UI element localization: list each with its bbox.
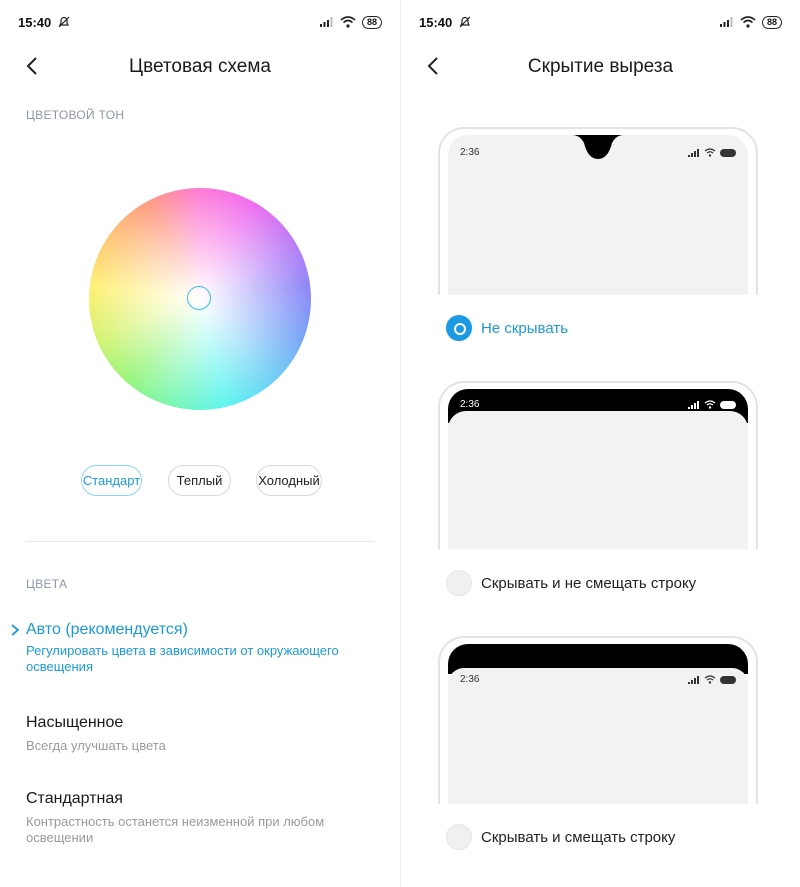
signal-icon (719, 17, 733, 27)
preview-time: 2:36 (460, 147, 480, 158)
signal-icon (688, 675, 699, 684)
status-time: 15:40 (18, 14, 52, 30)
wifi-icon (704, 148, 716, 157)
signal-icon (688, 148, 699, 157)
option-hide-no-shift[interactable]: Скрывать и не смещать строку (446, 570, 696, 596)
wifi-icon (704, 400, 716, 409)
chip-warm[interactable]: Теплый (168, 465, 231, 496)
option-title: Насыщенное (26, 714, 124, 731)
radio-button[interactable] (446, 315, 472, 341)
status-bar: 15:40 88 (419, 12, 782, 32)
color-scheme-screen: 15:40 88 Цветовая схема ЦВЕТОВОЙ ТОН Ста… (0, 0, 400, 887)
chip-cold[interactable]: Холодный (256, 465, 322, 496)
option-label: Скрывать и смещать строку (481, 828, 676, 846)
radio-button[interactable] (446, 824, 472, 850)
preview-status-icons (688, 400, 736, 409)
bell-off-icon (58, 16, 70, 28)
battery-icon: 88 (761, 15, 782, 29)
option-subtitle: Контрастность останется неизменной при л… (26, 814, 325, 845)
option-show-notch[interactable]: Не скрывать (446, 315, 568, 341)
battery-icon (720, 400, 736, 409)
preview-time: 2:36 (460, 399, 480, 410)
preview-status-icons (688, 148, 736, 157)
preview-time: 2:36 (460, 674, 480, 685)
page-title: Скрытие выреза (527, 56, 674, 77)
chevron-left-icon[interactable] (22, 55, 44, 77)
header: Скрытие выреза (401, 50, 800, 84)
option-title: Авто (рекомендуется) (26, 621, 188, 638)
preview-status-icons (688, 675, 736, 684)
wifi-icon (340, 16, 356, 28)
radio-button[interactable] (446, 570, 472, 596)
option-hide-shift[interactable]: Скрывать и смещать строку (446, 824, 675, 850)
signal-icon (319, 17, 333, 27)
status-time: 15:40 (419, 14, 453, 30)
option-standard[interactable]: Стандартная Контрастность останется неиз… (26, 790, 370, 846)
battery-icon (720, 675, 736, 684)
option-label: Скрывать и не смещать строку (481, 574, 697, 592)
preview-screen (448, 668, 748, 804)
chip-standard[interactable]: Стандарт (81, 465, 142, 496)
status-bar: 15:40 88 (18, 12, 382, 32)
battery-icon: 88 (361, 15, 382, 29)
color-wheel-handle[interactable] (187, 286, 211, 310)
option-subtitle: Всегда улучшать цвета (26, 738, 166, 753)
preview-screen (448, 411, 748, 549)
divider (26, 541, 374, 542)
bell-off-icon (459, 16, 471, 28)
chevron-left-icon[interactable] (423, 55, 445, 77)
preview-hide-no-shift[interactable]: 2:36 (438, 381, 758, 549)
signal-icon (688, 400, 699, 409)
option-title: Стандартная (26, 790, 123, 807)
preview-hide-shift[interactable]: 2:36 (438, 636, 758, 804)
option-auto[interactable]: Авто (рекомендуется) Регулировать цвета … (26, 621, 370, 675)
notch-icon (572, 135, 624, 159)
page-title: Цветовая схема (129, 56, 271, 77)
preview-show-notch[interactable]: 2:36 (438, 127, 758, 295)
wifi-icon (704, 675, 716, 684)
option-saturated[interactable]: Насыщенное Всегда улучшать цвета (26, 714, 370, 754)
option-label: Не скрывать (481, 319, 569, 337)
header: Цветовая схема (0, 50, 400, 84)
tone-section-label: ЦВЕТОВОЙ ТОН (26, 108, 125, 122)
battery-icon (720, 148, 736, 157)
option-subtitle: Регулировать цвета в зависимости от окру… (26, 643, 339, 674)
wifi-icon (740, 16, 756, 28)
colors-section-label: ЦВЕТА (26, 577, 68, 591)
chevron-right-icon (11, 624, 20, 636)
